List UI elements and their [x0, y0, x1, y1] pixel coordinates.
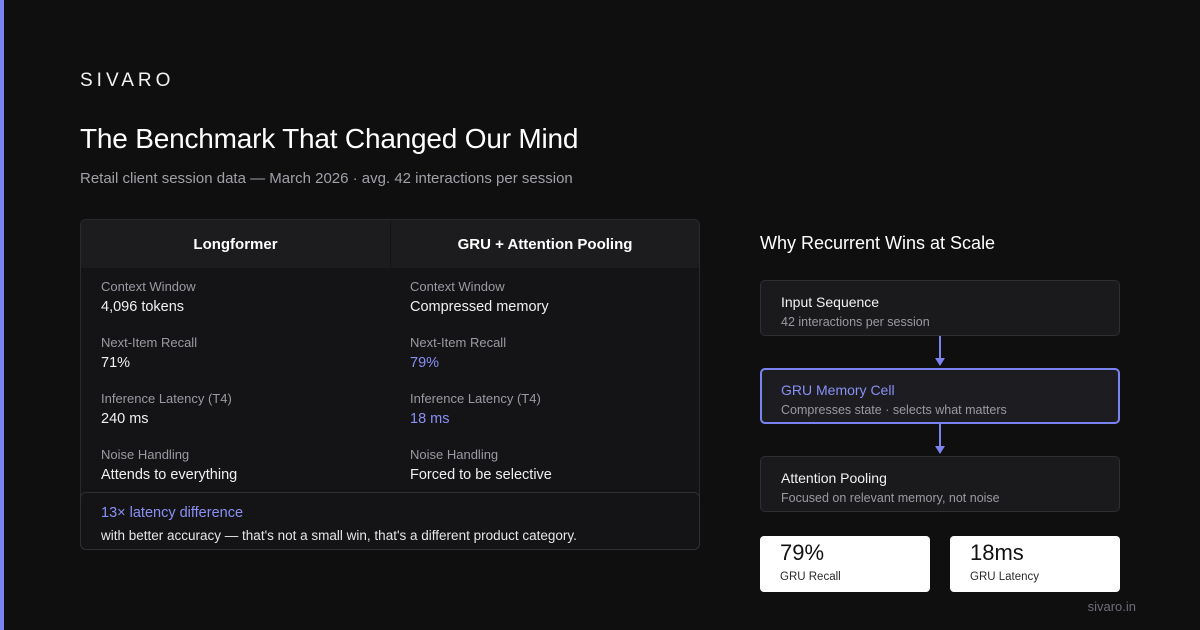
- row-label-latency: Inference Latency (T4): [101, 391, 232, 406]
- longformer-latency: 240 ms: [101, 411, 149, 427]
- row-label-noise: Noise Handling: [101, 447, 190, 462]
- flow-node-gru-memory-cell: GRU Memory Cell Compresses state · selec…: [760, 368, 1120, 424]
- flow-node-attention-pooling: Attention Pooling Focused on relevant me…: [760, 456, 1120, 512]
- flow-title: Why Recurrent Wins at Scale: [760, 233, 996, 253]
- column-header-gru: GRU + Attention Pooling: [390, 220, 699, 268]
- longformer-context-window: 4,096 tokens: [101, 299, 185, 315]
- row-label-context-window: Context Window: [410, 279, 505, 294]
- stat-label: GRU Recall: [780, 571, 841, 583]
- callout-body: with better accuracy — that's not a smal…: [101, 528, 577, 543]
- longformer-recall: 71%: [101, 355, 131, 371]
- stat-card-latency: 18ms GRU Latency: [950, 536, 1120, 592]
- table-cell: Next-Item Recall 79%: [410, 335, 699, 391]
- gru-context-window: Compressed memory: [410, 299, 549, 315]
- gru-latency: 18 ms: [410, 411, 450, 427]
- gru-column: Context Window Compressed memory Next-It…: [390, 279, 699, 503]
- table-cell: Next-Item Recall 71%: [101, 335, 390, 391]
- row-label-noise: Noise Handling: [410, 447, 499, 462]
- latency-callout: 13× latency difference with better accur…: [80, 492, 700, 550]
- stat-label: GRU Latency: [970, 571, 1040, 583]
- accent-bar: [0, 0, 4, 630]
- column-header-longformer: Longformer: [193, 235, 278, 253]
- flow-node-subtitle: Compresses state · selects what matters: [781, 403, 1007, 417]
- callout-headline: 13× latency difference: [101, 505, 244, 521]
- page-title: The Benchmark That Changed Our Mind: [80, 123, 579, 154]
- comparison-table-body: Context Window 4,096 tokens Next-Item Re…: [81, 268, 699, 503]
- flow-node-title: Input Sequence: [781, 294, 880, 310]
- row-label-latency: Inference Latency (T4): [410, 391, 541, 406]
- table-cell: Inference Latency (T4) 240 ms: [101, 391, 390, 447]
- arrow-down-icon: [935, 446, 945, 454]
- longformer-column: Context Window 4,096 tokens Next-Item Re…: [81, 279, 390, 503]
- row-label-recall: Next-Item Recall: [410, 335, 507, 350]
- table-cell: Context Window 4,096 tokens: [101, 279, 390, 335]
- longformer-noise: Attends to everything: [101, 467, 238, 483]
- flow-node-subtitle: 42 interactions per session: [781, 315, 930, 329]
- flow-connector: [939, 336, 941, 358]
- arrow-down-icon: [935, 358, 945, 366]
- page-subtitle: Retail client session data — March 2026 …: [80, 170, 573, 187]
- footer-url: sivaro.in: [1087, 599, 1136, 614]
- stat-card-recall: 79% GRU Recall: [760, 536, 930, 592]
- table-cell: Context Window Compressed memory: [410, 279, 699, 335]
- table-cell: Inference Latency (T4) 18 ms: [410, 391, 699, 447]
- flow-node-input-sequence: Input Sequence 42 interactions per sessi…: [760, 280, 1120, 336]
- flow-connector: [939, 424, 941, 446]
- brand-logo: SIVARO: [80, 70, 175, 91]
- stat-value: 79%: [780, 540, 825, 565]
- flow-node-title: Attention Pooling: [781, 470, 887, 486]
- stat-value: 18ms: [970, 540, 1024, 565]
- comparison-table-header: Longformer GRU + Attention Pooling: [81, 220, 699, 268]
- gru-recall: 79%: [410, 355, 440, 371]
- flow-node-title: GRU Memory Cell: [781, 382, 895, 398]
- row-label-context-window: Context Window: [101, 279, 196, 294]
- flow-node-subtitle: Focused on relevant memory, not noise: [781, 491, 1000, 505]
- gru-noise: Forced to be selective: [410, 467, 552, 483]
- row-label-recall: Next-Item Recall: [101, 335, 198, 350]
